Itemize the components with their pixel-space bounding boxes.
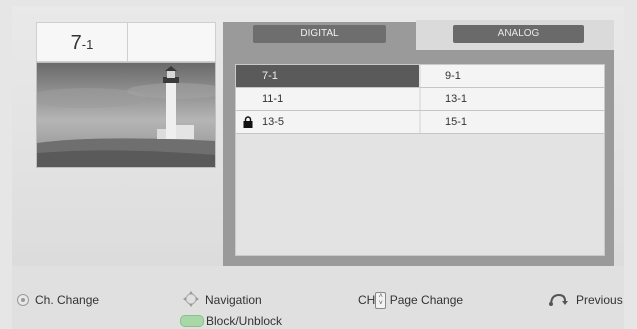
navigation-label: Navigation (205, 293, 262, 307)
tab-analog[interactable]: ANALOG (453, 25, 584, 43)
analog-tab-frame: ANALOG (416, 20, 614, 50)
channel-item[interactable]: 9-1 (421, 65, 604, 87)
ok-button-icon (17, 294, 29, 306)
block-unblock-label: Block/Unblock (206, 314, 283, 328)
channel-item[interactable]: 7-1 (236, 65, 419, 87)
channel-up-down-icon: ˄ ˅ (375, 292, 387, 310)
channel-list: 7-1 9-1 11-1 13-1 13-5 15-1 (235, 64, 605, 256)
previous-label: Previous (576, 293, 623, 307)
tab-digital[interactable]: DIGITAL (253, 25, 386, 43)
channel-box-divider (127, 23, 128, 61)
channel-row: 11-1 13-1 (236, 88, 604, 111)
navigation-arrows-icon (183, 291, 199, 307)
channel-row: 7-1 9-1 (236, 65, 604, 88)
channel-item[interactable]: 13-5 (236, 111, 419, 133)
channel-item[interactable]: 11-1 (236, 88, 419, 110)
channel-item[interactable]: 15-1 (421, 111, 604, 133)
channel-list-panel: DIGITAL ANALOG 7-1 9-1 11-1 13-1 13-5 15… (223, 20, 614, 270)
current-channel-box: 7-1 (36, 22, 216, 62)
page-change-text: Page Change (389, 293, 464, 307)
key-guide-bar (12, 266, 624, 329)
current-channel-number: 7-1 (70, 32, 94, 54)
ch-prefix: CH (358, 293, 376, 307)
channel-preview-image (36, 62, 216, 168)
channel-row: 13-5 15-1 (236, 111, 604, 134)
green-key-icon (180, 315, 204, 327)
ch-change-label: Ch. Change (35, 293, 100, 307)
return-icon (549, 293, 568, 306)
page-change-label: CH ˄ ˅ Page Change (358, 292, 464, 310)
channel-item[interactable]: 13-1 (421, 88, 604, 110)
lock-icon (243, 116, 253, 128)
